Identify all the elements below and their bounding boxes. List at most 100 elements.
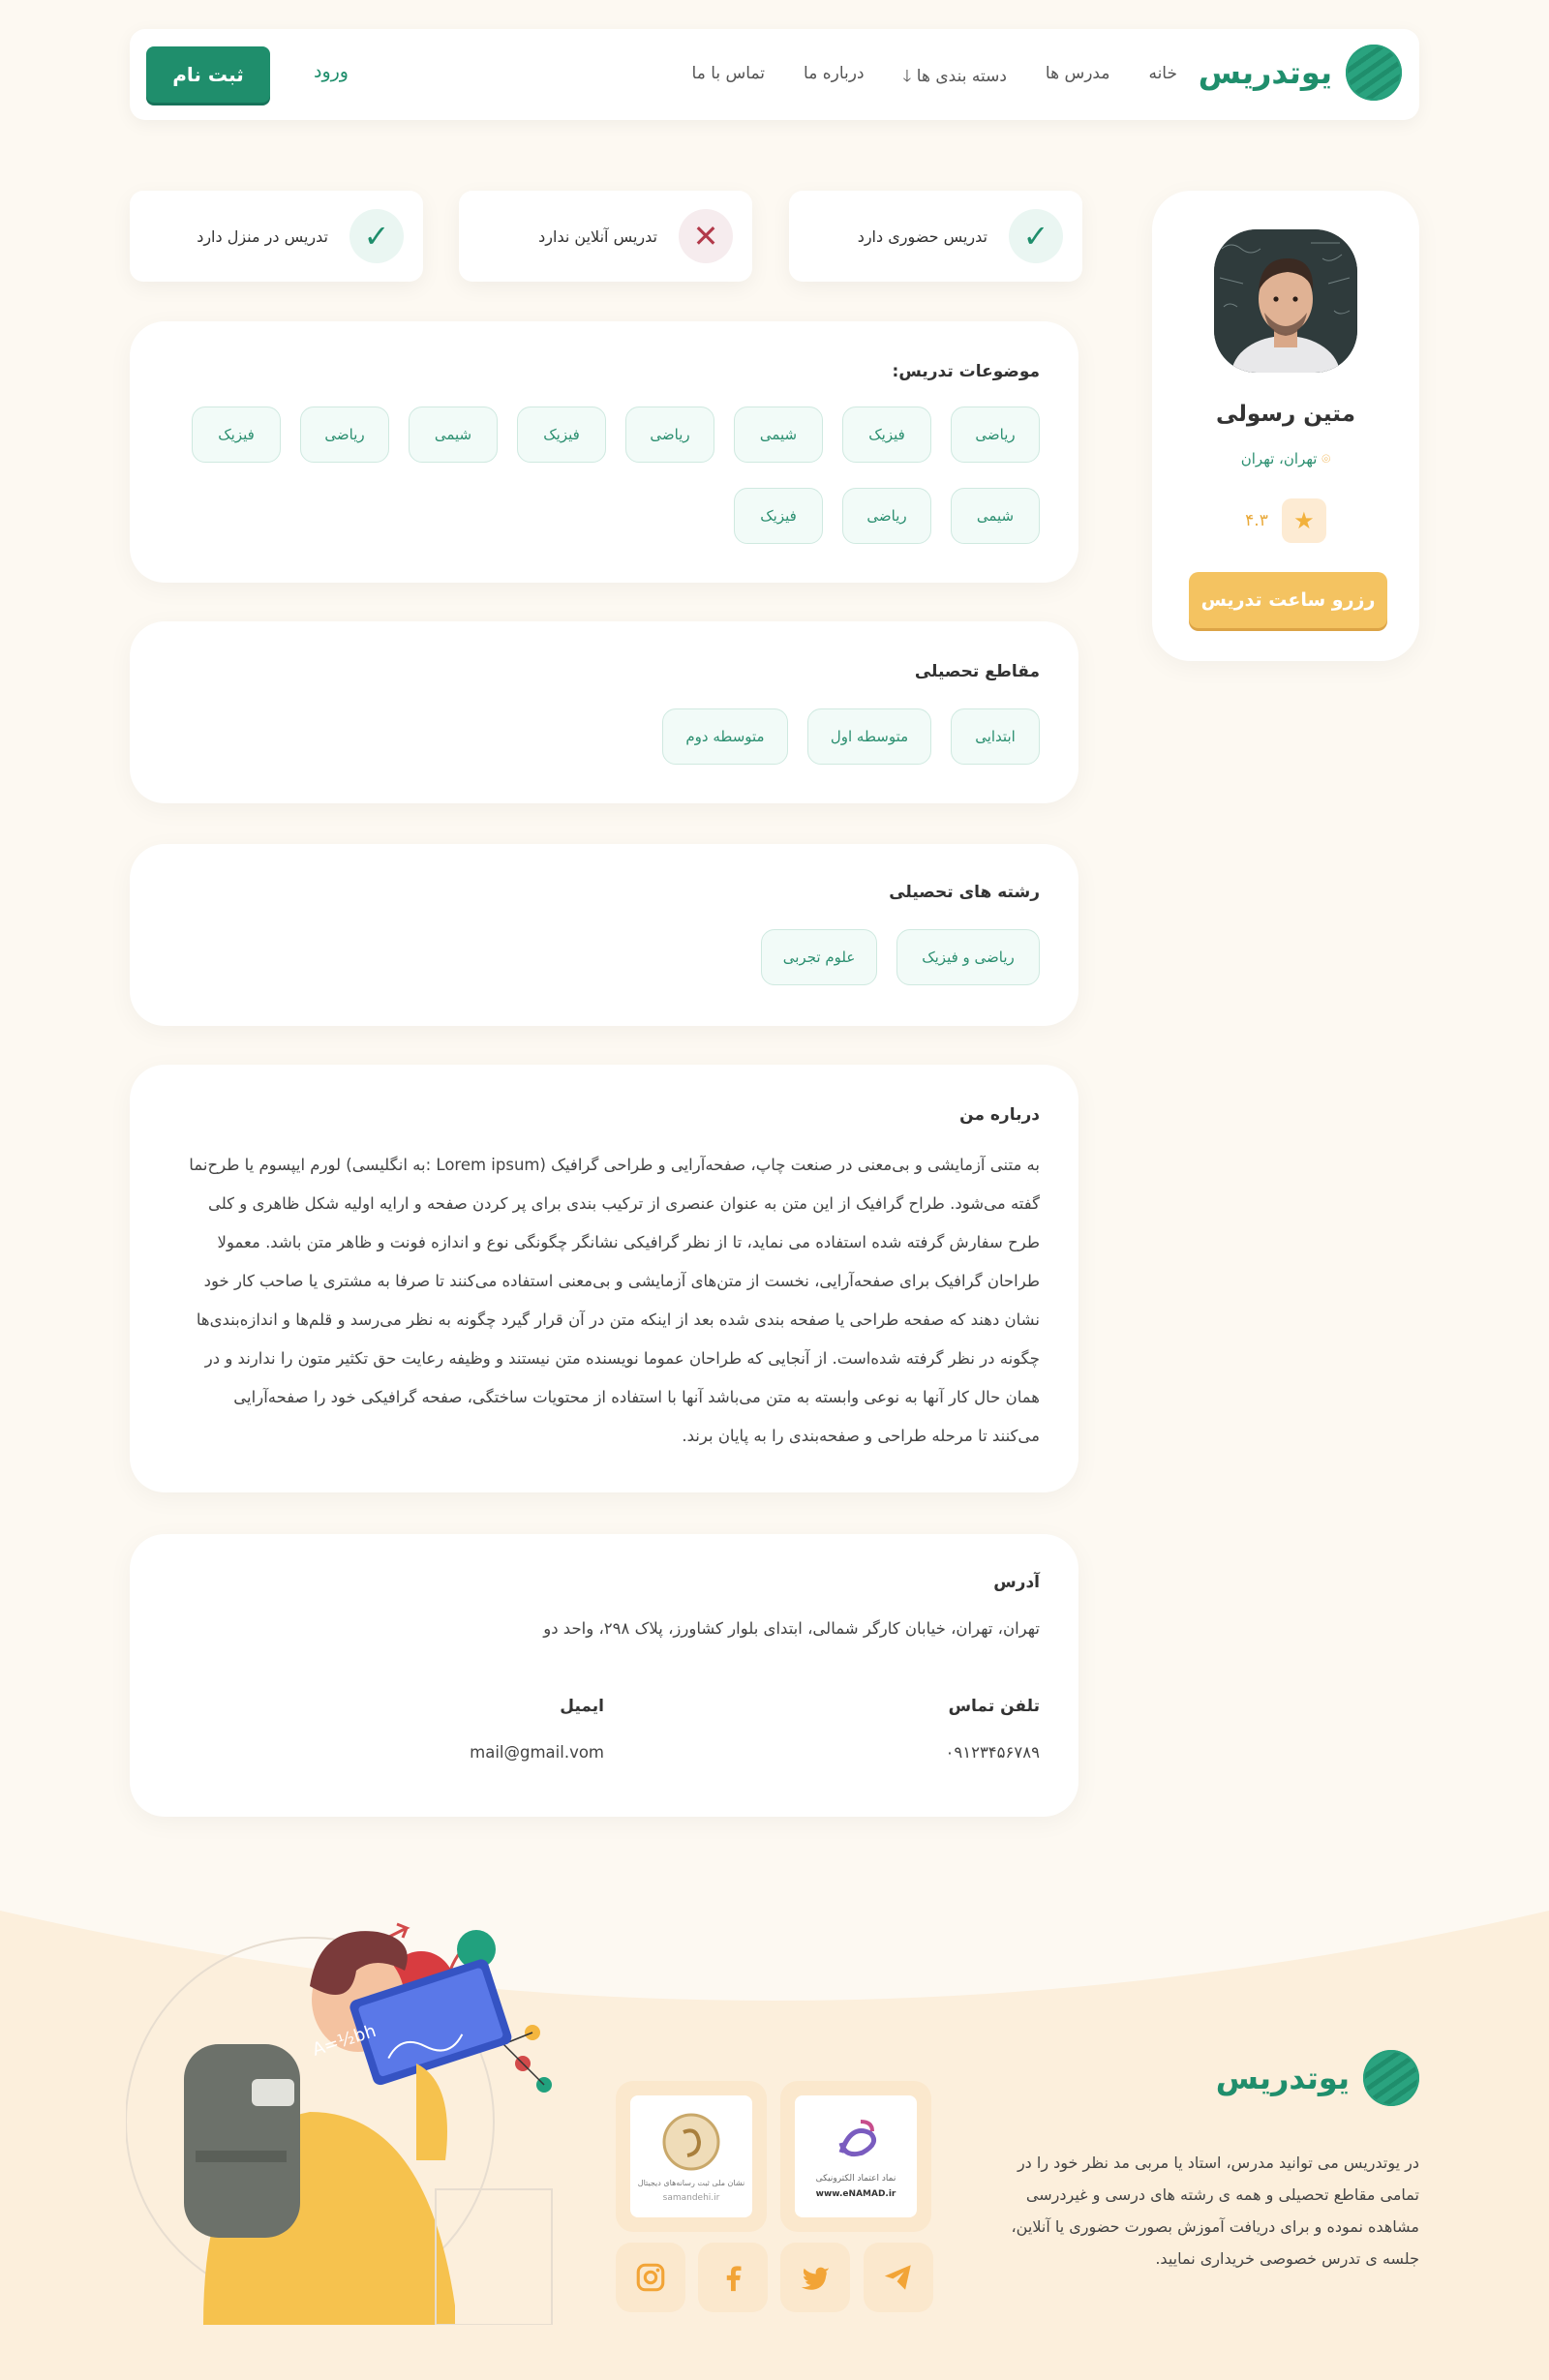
about-title: درباره من: [959, 1105, 1040, 1125]
tag: فیزیک: [842, 407, 931, 463]
grades-title: مقاطع تحصیلی: [914, 662, 1040, 681]
feature-at-home: ✓ تدریس در منزل دارد: [130, 191, 423, 282]
brand-name: یوتدریس: [1198, 54, 1332, 91]
login-link[interactable]: ورود: [314, 61, 349, 82]
brand[interactable]: یوتدریس: [1199, 45, 1402, 101]
tag: ابتدایی: [951, 708, 1040, 765]
phone-title: تلفن تماس: [948, 1697, 1040, 1716]
footer-brand-name: یوتدریس: [1215, 2060, 1350, 2096]
address-title: آدرس: [993, 1573, 1040, 1592]
avatar: [1214, 229, 1357, 373]
samandehi-badge[interactable]: نشان ملی ثبت رسانه‌های دیجیتال samandehi…: [616, 2081, 767, 2232]
nav-item-categories[interactable]: دسته بندی ها 🡓: [903, 64, 1007, 92]
about-line: طرح سفارش گرفته شده استفاده می نماید، تا…: [217, 1233, 1040, 1251]
feature-text: تدریس حضوری دارد: [857, 226, 987, 246]
email-title: ایمیل: [560, 1697, 604, 1716]
tag: فیزیک: [192, 407, 281, 463]
about-line: طراحان گرافیک برای صفحه‌آرایی، نخست از م…: [203, 1272, 1040, 1290]
tag: متوسطه دوم: [662, 708, 788, 765]
about-line: می‌کنند تا مرحله طراحی و صفحه‌بندی را به…: [682, 1427, 1040, 1445]
samandehi-caption: نشان ملی ثبت رسانه‌های دیجیتال: [637, 2178, 745, 2187]
tag: فیزیک: [517, 407, 606, 463]
rating-value: ۴.۳: [1245, 511, 1268, 530]
twitter-link[interactable]: [780, 2243, 850, 2312]
subjects-tags-row2: شیمی ریاضی فیزیک: [168, 488, 1040, 544]
fields-card: رشته های تحصیلی ریاضی و فیزیک علوم تجربی: [130, 844, 1078, 1026]
about-line: گفته می‌شود. طراح گرافیک از این متن به ع…: [207, 1194, 1040, 1213]
phone-value: ۰۹۱۲۳۴۵۶۷۸۹: [945, 1743, 1041, 1762]
enamad-url: www.eNAMAD.ir: [815, 2189, 896, 2199]
tag: متوسطه اول: [807, 708, 931, 765]
samandehi-seal-icon: [662, 2113, 720, 2170]
star-icon: ★: [1281, 498, 1326, 543]
nav-item-categories-label: دسته بندی ها: [916, 67, 1007, 86]
telegram-icon: [884, 2265, 911, 2290]
top-navbar: یوتدریس خانه مدرس ها دسته بندی ها 🡓 دربا…: [130, 29, 1419, 120]
tag: علوم تجربی: [761, 929, 877, 985]
twitter-icon: [801, 2267, 830, 2290]
tag: ریاضی: [625, 407, 714, 463]
about-line: نشان دهند که صفحه طراحی یا صفحه بندی شده…: [196, 1311, 1040, 1329]
footer-brand[interactable]: یوتدریس: [1216, 2050, 1419, 2106]
nav-item-about[interactable]: درباره ما: [804, 64, 865, 92]
about-line: همان حال کار آنها به نوعی وابسته به متن …: [233, 1388, 1040, 1406]
nav-item-contact[interactable]: تماس با ما: [692, 64, 766, 92]
about-text: به متنی آزمایشی و بی‌معنی در صنعت چاپ، ص…: [168, 1146, 1040, 1456]
fields-title: رشته های تحصیلی: [889, 883, 1040, 902]
tag: فیزیک: [734, 488, 823, 544]
subjects-card: موضوعات تدریس: ریاضی فیزیک شیمی ریاضی فی…: [130, 321, 1078, 583]
instagram-icon: [636, 2263, 665, 2292]
enamad-badge-inner: نماد اعتماد الکترونیکی www.eNAMAD.ir: [795, 2095, 917, 2217]
brand-logo-icon: [1346, 45, 1402, 101]
about-card: درباره من به متنی آزمایشی و بی‌معنی در ص…: [130, 1065, 1078, 1492]
fields-tags: ریاضی و فیزیک علوم تجربی: [761, 929, 1040, 985]
contact-card: آدرس تهران، تهران، خیابان کارگر شمالی، ا…: [130, 1534, 1078, 1817]
tag: شیمی: [951, 488, 1040, 544]
reserve-button[interactable]: رزرو ساعت تدریس: [1189, 572, 1387, 628]
facebook-link[interactable]: [698, 2243, 768, 2312]
feature-text: تدریس در منزل دارد: [197, 226, 328, 246]
location-pin-icon: ⌾: [1321, 450, 1331, 467]
samandehi-url: samandehi.ir: [662, 2192, 720, 2203]
arrow-down-icon: 🡓: [902, 67, 912, 86]
profile-card: متین رسولی ⌾ تهران، تهران ★ ۴.۳ رزرو ساع…: [1152, 191, 1419, 661]
tag: ریاضی و فیزیک: [896, 929, 1040, 985]
email-value: mail@gmail.vom: [470, 1743, 604, 1762]
samandehi-badge-inner: نشان ملی ثبت رسانه‌های دیجیتال samandehi…: [630, 2095, 752, 2217]
cross-icon: ✕: [679, 209, 733, 263]
check-icon: ✓: [349, 209, 404, 263]
rating: ★ ۴.۳: [1152, 498, 1419, 543]
grades-card: مقاطع تحصیلی ابتدایی متوسطه اول متوسطه د…: [130, 621, 1078, 803]
address-text: تهران، تهران، خیابان کارگر شمالی، ابتدای…: [543, 1619, 1040, 1638]
footer-description: در یوتدریس می توانید مدرس، استاد یا مربی…: [1011, 2154, 1419, 2268]
enamad-logo-icon: [838, 2120, 877, 2157]
tag: شیمی: [734, 407, 823, 463]
nav-item-home[interactable]: خانه: [1148, 64, 1177, 92]
profile-name: متین رسولی: [1216, 402, 1355, 427]
tag: شیمی: [409, 407, 498, 463]
telegram-link[interactable]: [864, 2243, 933, 2312]
facebook-icon: [726, 2266, 742, 2292]
footer-brand-logo-icon: [1363, 2050, 1419, 2106]
main-nav: خانه مدرس ها دسته بندی ها 🡓 درباره ما تم…: [692, 64, 1177, 92]
grades-tags: ابتدایی متوسطه اول متوسطه دوم: [662, 708, 1040, 765]
feature-in-person: ✓ تدریس حضوری دارد: [789, 191, 1082, 282]
feature-online: ✕ تدریس آنلاین ندارد: [459, 191, 752, 282]
subjects-tags: ریاضی فیزیک شیمی ریاضی فیزیک شیمی ریاضی …: [168, 407, 1040, 463]
tag: ریاضی: [300, 407, 389, 463]
about-line: چگونه در نظر گرفته شده‌است. از آنجایی که…: [204, 1349, 1040, 1368]
feature-text: تدریس آنلاین ندارد: [538, 226, 657, 246]
nav-item-teachers[interactable]: مدرس ها: [1046, 64, 1110, 92]
enamad-badge[interactable]: نماد اعتماد الکترونیکی www.eNAMAD.ir: [780, 2081, 931, 2232]
profile-location: ⌾ تهران، تهران: [1152, 450, 1419, 467]
subjects-title: موضوعات تدریس:: [892, 362, 1040, 381]
tag: ریاضی: [951, 407, 1040, 463]
signup-button[interactable]: ثبت نام: [146, 46, 270, 103]
tag: ریاضی: [842, 488, 931, 544]
instagram-link[interactable]: [616, 2243, 685, 2312]
check-icon: ✓: [1009, 209, 1063, 263]
about-line: به متنی آزمایشی و بی‌معنی در صنعت چاپ، ص…: [189, 1156, 1040, 1174]
student-illustration: A=½bh: [126, 1922, 553, 2325]
profile-location-text: تهران، تهران: [1240, 450, 1318, 467]
enamad-caption: نماد اعتماد الکترونیکی: [815, 2174, 896, 2184]
